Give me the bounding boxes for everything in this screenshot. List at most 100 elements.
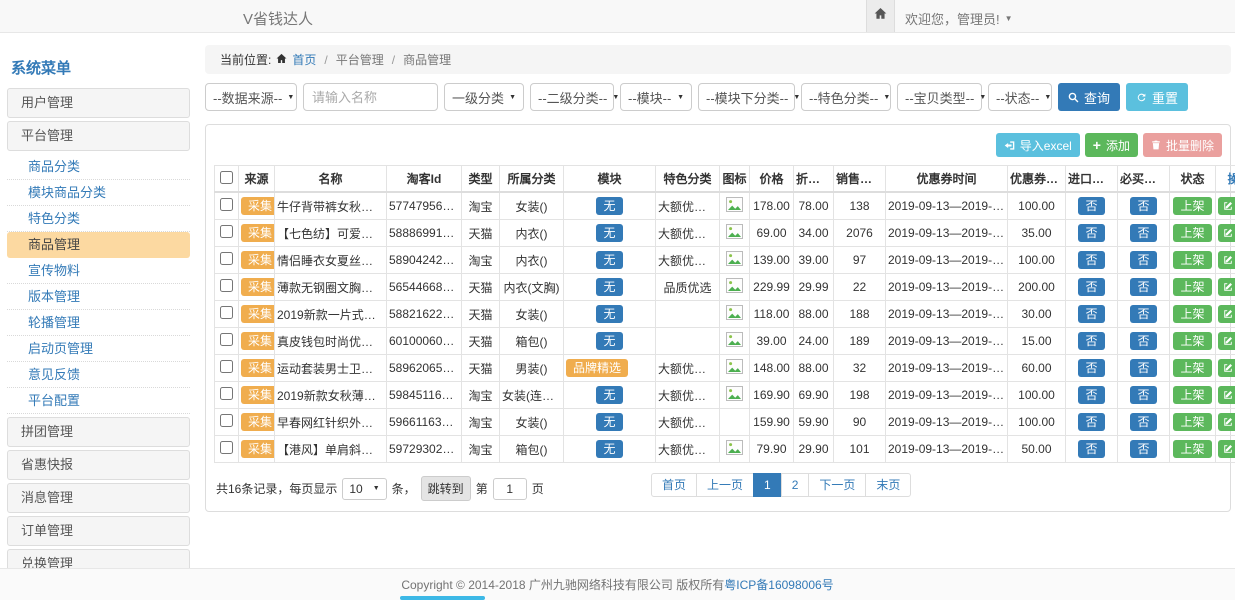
module-badge[interactable]: 无	[596, 413, 622, 431]
sidebar-group-item[interactable]: 省惠快报	[7, 450, 190, 480]
import-select-toggle[interactable]: 否	[1078, 278, 1104, 296]
edit-button[interactable]	[1218, 224, 1235, 242]
status-toggle[interactable]: 上架	[1173, 197, 1211, 215]
row-checkbox[interactable]	[220, 225, 233, 238]
import-select-toggle[interactable]: 否	[1078, 224, 1104, 242]
sidebar-subitem[interactable]: 平台配置	[7, 388, 190, 414]
page-number-input[interactable]	[493, 478, 527, 500]
sidebar-subitem[interactable]: 特色分类	[7, 206, 190, 232]
module-badge[interactable]: 无	[596, 440, 622, 458]
module-badge[interactable]: 无	[596, 197, 622, 215]
edit-button[interactable]	[1218, 251, 1235, 269]
sidebar-group-item[interactable]: 拼团管理	[7, 417, 190, 447]
horizontal-scrollbar-thumb[interactable]	[400, 596, 485, 600]
import-excel-button[interactable]: 导入excel	[996, 133, 1080, 157]
sidebar-group-item[interactable]: 订单管理	[7, 516, 190, 546]
page-link[interactable]: 首页	[651, 473, 697, 497]
row-checkbox[interactable]	[220, 387, 233, 400]
module-badge[interactable]: 无	[596, 305, 622, 323]
import-select-toggle[interactable]: 否	[1078, 305, 1104, 323]
status-toggle[interactable]: 上架	[1173, 359, 1211, 377]
reset-button[interactable]: 重置	[1126, 83, 1188, 111]
row-checkbox[interactable]	[220, 414, 233, 427]
sidebar-subitem[interactable]: 商品分类	[7, 154, 190, 180]
sidebar-subitem[interactable]: 意见反馈	[7, 362, 190, 388]
import-select-toggle[interactable]: 否	[1078, 440, 1104, 458]
edit-button[interactable]	[1218, 359, 1235, 377]
sidebar-subitem[interactable]: 轮播管理	[7, 310, 190, 336]
edit-button[interactable]	[1218, 386, 1235, 404]
must-buy-toggle[interactable]: 否	[1130, 413, 1156, 431]
import-select-toggle[interactable]: 否	[1078, 251, 1104, 269]
level2-category-select[interactable]: --二级分类--▼	[530, 83, 614, 111]
page-link[interactable]: 末页	[865, 473, 911, 497]
edit-button[interactable]	[1218, 413, 1235, 431]
row-checkbox[interactable]	[220, 198, 233, 211]
must-buy-toggle[interactable]: 否	[1130, 386, 1156, 404]
module-select[interactable]: --模块--▼	[620, 83, 692, 111]
status-select[interactable]: --状态--▼	[988, 83, 1052, 111]
sidebar-group-item[interactable]: 消息管理	[7, 483, 190, 513]
import-select-toggle[interactable]: 否	[1078, 332, 1104, 350]
edit-button[interactable]	[1218, 197, 1235, 215]
row-checkbox[interactable]	[220, 252, 233, 265]
must-buy-toggle[interactable]: 否	[1130, 332, 1156, 350]
page-link[interactable]: 下一页	[808, 473, 866, 497]
status-toggle[interactable]: 上架	[1173, 278, 1211, 296]
module-badge[interactable]: 品牌精选	[566, 359, 628, 377]
sidebar-group-item[interactable]: 用户管理	[7, 88, 190, 118]
sidebar-subitem[interactable]: 宣传物料	[7, 258, 190, 284]
must-buy-toggle[interactable]: 否	[1130, 197, 1156, 215]
must-buy-toggle[interactable]: 否	[1130, 440, 1156, 458]
row-checkbox[interactable]	[220, 306, 233, 319]
must-buy-toggle[interactable]: 否	[1130, 305, 1156, 323]
sidebar-subitem[interactable]: 版本管理	[7, 284, 190, 310]
row-checkbox[interactable]	[220, 333, 233, 346]
import-select-toggle[interactable]: 否	[1078, 197, 1104, 215]
module-badge[interactable]: 无	[596, 386, 622, 404]
import-select-toggle[interactable]: 否	[1078, 386, 1104, 404]
row-checkbox[interactable]	[220, 360, 233, 373]
feature-category-select[interactable]: --特色分类--▼	[801, 83, 891, 111]
sidebar-subitem[interactable]: 启动页管理	[7, 336, 190, 362]
must-buy-toggle[interactable]: 否	[1130, 251, 1156, 269]
must-buy-toggle[interactable]: 否	[1130, 278, 1156, 296]
row-checkbox[interactable]	[220, 279, 233, 292]
module-badge[interactable]: 无	[596, 332, 622, 350]
jump-button[interactable]: 跳转到	[421, 476, 471, 501]
per-page-select[interactable]: 10▼	[342, 478, 386, 500]
icp-link[interactable]: 粤ICP备16098006号	[724, 578, 833, 592]
import-select-toggle[interactable]: 否	[1078, 359, 1104, 377]
bulk-delete-button[interactable]: 批量删除	[1143, 133, 1222, 157]
sidebar-subitem[interactable]: 模块商品分类	[7, 180, 190, 206]
page-link[interactable]: 1	[753, 473, 782, 497]
status-toggle[interactable]: 上架	[1173, 386, 1211, 404]
level1-category-select[interactable]: 一级分类▼	[444, 83, 524, 111]
page-link[interactable]: 上一页	[696, 473, 754, 497]
add-button[interactable]: +添加	[1085, 133, 1138, 157]
breadcrumb-home-link[interactable]: 首页	[292, 51, 316, 68]
must-buy-toggle[interactable]: 否	[1130, 224, 1156, 242]
module-badge[interactable]: 无	[596, 224, 622, 242]
edit-button[interactable]	[1218, 278, 1235, 296]
edit-button[interactable]	[1218, 440, 1235, 458]
item-type-select[interactable]: --宝贝类型--▼	[897, 83, 982, 111]
data-source-select[interactable]: --数据来源--▼	[205, 83, 297, 111]
status-toggle[interactable]: 上架	[1173, 413, 1211, 431]
must-buy-toggle[interactable]: 否	[1130, 359, 1156, 377]
select-all-checkbox[interactable]	[220, 171, 233, 184]
import-select-toggle[interactable]: 否	[1078, 413, 1104, 431]
home-button[interactable]	[866, 0, 895, 32]
status-toggle[interactable]: 上架	[1173, 332, 1211, 350]
page-link[interactable]: 2	[781, 473, 810, 497]
name-search-input[interactable]	[303, 83, 438, 111]
module-subcategory-select[interactable]: --模块下分类--▼	[698, 83, 795, 111]
edit-button[interactable]	[1218, 305, 1235, 323]
edit-button[interactable]	[1218, 332, 1235, 350]
user-menu[interactable]: 欢迎您，管理员! ▼	[905, 9, 1013, 28]
module-badge[interactable]: 无	[596, 251, 622, 269]
status-toggle[interactable]: 上架	[1173, 305, 1211, 323]
status-toggle[interactable]: 上架	[1173, 224, 1211, 242]
row-checkbox[interactable]	[220, 441, 233, 454]
status-toggle[interactable]: 上架	[1173, 251, 1211, 269]
